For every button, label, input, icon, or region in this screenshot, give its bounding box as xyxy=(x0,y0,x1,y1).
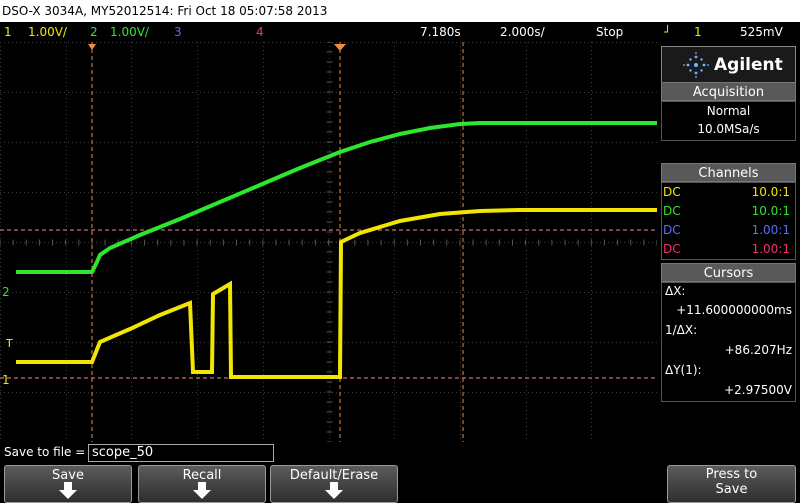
default-erase-softkey[interactable]: Default/Erase xyxy=(270,465,398,503)
trigger-source[interactable]: 1 xyxy=(694,22,702,42)
inverse-delta-x-label: 1/ΔX: xyxy=(665,323,698,337)
down-arrow-icon xyxy=(193,482,211,499)
ch1-number[interactable]: 1 xyxy=(4,22,12,42)
side-panel: Agilent Acquisition Normal 10.0MSa/s Cha… xyxy=(657,42,800,443)
save-bar: Save to file = scope_50 xyxy=(0,443,800,463)
delta-y-label: ΔY(1): xyxy=(665,363,702,377)
acquisition-panel: Normal 10.0MSa/s xyxy=(661,101,796,141)
channel-row-2: DC 10.0:1 xyxy=(661,202,794,220)
recall-softkey[interactable]: Recall xyxy=(138,465,266,503)
ch4-probe: 1.00:1 xyxy=(751,242,790,256)
acquisition-header: Acquisition xyxy=(661,82,796,101)
ch2-scale[interactable]: 1.00V/ xyxy=(110,22,149,42)
channels-header: Channels xyxy=(661,163,796,182)
trigger-icon: ┘ xyxy=(664,25,672,39)
channel-row-4: DC 1.00:1 xyxy=(661,240,794,258)
time-scale[interactable]: 2.000s/ xyxy=(500,22,545,42)
channel-row-3: DC 1.00:1 xyxy=(661,221,794,239)
trigger-level-marker[interactable]: T xyxy=(5,337,13,350)
ch1-probe: 10.0:1 xyxy=(751,185,790,199)
ch4-coupling: DC xyxy=(663,242,681,256)
delta-x-label: ΔX: xyxy=(665,284,686,298)
agilent-spark-icon xyxy=(683,52,709,78)
inverse-delta-x-value: +86.207Hz xyxy=(724,343,792,357)
agilent-logo: Agilent xyxy=(661,46,796,83)
channel-row-1: DC 10.0:1 xyxy=(661,183,794,201)
press-to-save-softkey[interactable]: Press to Save xyxy=(667,465,796,503)
delta-y-value: +2.97500V xyxy=(724,383,792,397)
ch1-coupling: DC xyxy=(663,185,681,199)
ch1-ground-marker[interactable]: 1 xyxy=(2,373,10,387)
press-to-save-label: Press to Save xyxy=(705,467,758,497)
waveform-display[interactable]: 2 T 1 xyxy=(0,42,657,442)
ch3-coupling: DC xyxy=(663,223,681,237)
time-delay[interactable]: 7.180s xyxy=(420,22,461,42)
ch2-coupling: DC xyxy=(663,204,681,218)
ch2-number[interactable]: 2 xyxy=(90,22,98,42)
run-state[interactable]: Stop xyxy=(596,22,623,42)
sample-rate: 10.0MSa/s xyxy=(697,122,760,136)
brand-name: Agilent xyxy=(714,55,783,75)
ch2-ground-marker[interactable]: 2 xyxy=(2,285,10,299)
acquisition-mode: Normal xyxy=(706,104,751,118)
softkey-bar: Save Recall Default/Erase Press to Save xyxy=(0,463,800,503)
ch4-number[interactable]: 4 xyxy=(256,22,264,42)
save-softkey-label: Save xyxy=(52,468,84,483)
cursors-header: Cursors xyxy=(661,263,796,282)
recall-softkey-label: Recall xyxy=(182,468,222,483)
down-arrow-icon xyxy=(325,482,343,499)
save-to-file-label: Save to file = xyxy=(4,445,86,459)
trigger-level[interactable]: 525mV xyxy=(740,22,783,42)
ch3-number[interactable]: 3 xyxy=(174,22,182,42)
delta-x-value: +11.600000000ms xyxy=(676,303,792,317)
window-title: DSO-X 3034A, MY52012514: Fri Oct 18 05:0… xyxy=(0,0,800,22)
ch3-probe: 1.00:1 xyxy=(751,223,790,237)
ch1-scale[interactable]: 1.00V/ xyxy=(28,22,67,42)
down-arrow-icon xyxy=(59,482,77,499)
filename-field[interactable]: scope_50 xyxy=(88,444,274,462)
status-bar: 1 1.00V/ 2 1.00V/ 3 4 7.180s 2.000s/ Sto… xyxy=(0,22,800,42)
ch2-probe: 10.0:1 xyxy=(751,204,790,218)
default-erase-softkey-label: Default/Erase xyxy=(289,468,379,483)
save-softkey[interactable]: Save xyxy=(4,465,132,503)
